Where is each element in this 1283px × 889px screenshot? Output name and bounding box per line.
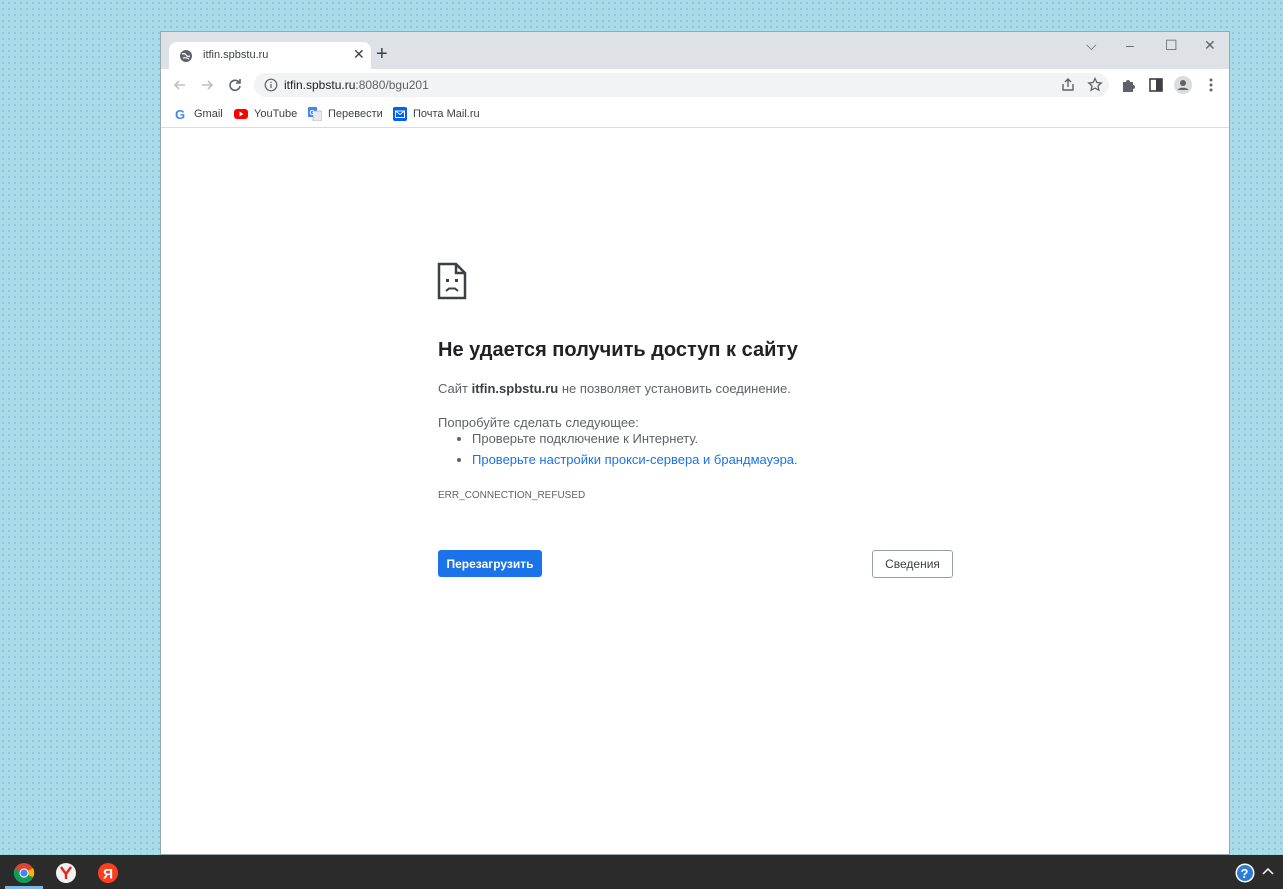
svg-text:G: G	[310, 110, 316, 117]
error-code: ERR_CONNECTION_REFUSED	[438, 490, 586, 501]
close-window-icon[interactable]: ✕	[1204, 37, 1216, 54]
side-panel-icon[interactable]	[1147, 76, 1165, 94]
bookmark-gmail[interactable]: G Gmail	[174, 106, 223, 122]
minimize-icon[interactable]: –	[1126, 37, 1134, 53]
toolbar: itfin.spbstu.ru:8080/bgu201	[161, 69, 1229, 101]
suggestion-text: Проверьте подключение к Интернету.	[472, 431, 699, 446]
help-icon[interactable]: ?	[1234, 862, 1256, 884]
bookmark-mail-ru[interactable]: Почта Mail.ru	[393, 106, 480, 122]
gmail-icon: G	[175, 107, 185, 121]
suggestion-check-connection: Проверьте подключение к Интернету.	[472, 431, 798, 446]
address-bar[interactable]: itfin.spbstu.ru:8080/bgu201	[254, 73, 1109, 97]
svg-text:Я: Я	[103, 866, 113, 882]
share-icon[interactable]	[1059, 76, 1077, 94]
sad-page-icon	[437, 262, 467, 300]
menu-kebab-icon[interactable]	[1202, 76, 1220, 94]
profile-avatar-icon[interactable]	[1174, 76, 1192, 94]
reload-button[interactable]: Перезагрузить	[438, 550, 542, 577]
bookmark-youtube[interactable]: YouTube	[234, 106, 297, 122]
url-path: :8080/bgu201	[355, 78, 429, 92]
bookmark-label: Почта Mail.ru	[413, 108, 480, 120]
tray-chevron-up-icon[interactable]	[1259, 863, 1277, 881]
mail-icon	[393, 107, 407, 121]
tab-itfin[interactable]: itfin.spbstu.ru ✕	[169, 42, 371, 69]
desc-host: itfin.spbstu.ru	[471, 381, 559, 396]
forward-icon[interactable]	[198, 76, 216, 94]
bookmark-translate[interactable]: G Перевести	[308, 106, 383, 122]
error-title: Не удается получить доступ к сайту	[438, 339, 798, 361]
extensions-icon[interactable]	[1120, 76, 1138, 94]
chrome-icon[interactable]	[13, 862, 35, 884]
tab-strip: itfin.spbstu.ru ✕ + ⌵ – ☐ ✕	[161, 32, 1229, 69]
suggestion-check-proxy: Проверьте настройки прокси-сервера и бра…	[472, 452, 798, 467]
youtube-icon	[234, 109, 248, 119]
url-host: itfin.spbstu.ru	[284, 78, 356, 92]
maximize-icon[interactable]: ☐	[1165, 37, 1178, 54]
suggestions-list: Проверьте подключение к Интернету. Прове…	[456, 431, 798, 473]
desc-prefix: Сайт	[438, 381, 472, 396]
bookmark-label: Gmail	[194, 108, 223, 120]
bookmarks-bar: G Gmail YouTube G Перевести Почта Mail.r…	[161, 101, 1229, 128]
suggestion-period: .	[794, 452, 798, 467]
taskbar: Я ?	[0, 855, 1283, 889]
new-tab-button[interactable]: +	[376, 44, 388, 64]
reload-icon[interactable]	[226, 76, 244, 94]
tab-title: itfin.spbstu.ru	[203, 49, 269, 61]
tab-search-icon[interactable]: ⌵	[1086, 37, 1097, 54]
browser-window: itfin.spbstu.ru ✕ + ⌵ – ☐ ✕ itfin.spbstu…	[160, 31, 1230, 855]
url-text: itfin.spbstu.ru:8080/bgu201	[284, 78, 429, 92]
bookmark-star-icon[interactable]	[1086, 76, 1104, 94]
details-button[interactable]: Сведения	[872, 550, 953, 578]
error-page: Не удается получить доступ к сайту Сайт …	[161, 128, 1229, 854]
try-heading: Попробуйте сделать следующее:	[438, 415, 639, 430]
yandex-browser-icon[interactable]	[55, 862, 77, 884]
back-icon[interactable]	[171, 76, 189, 94]
desc-suffix: не позволяет установить соединение.	[558, 381, 791, 396]
tab-close-icon[interactable]: ✕	[353, 46, 365, 63]
proxy-settings-link[interactable]: Проверьте настройки прокси-сервера и бра…	[472, 452, 794, 467]
error-description: Сайт itfin.spbstu.ru не позволяет устано…	[438, 381, 791, 396]
translate-icon: G	[308, 107, 322, 121]
info-icon[interactable]	[264, 78, 278, 92]
bookmark-label: Перевести	[328, 108, 383, 120]
bookmark-label: YouTube	[254, 108, 298, 120]
svg-text:G: G	[175, 107, 185, 121]
svg-text:?: ?	[1241, 866, 1249, 881]
globe-icon	[180, 50, 192, 62]
yandex-icon[interactable]: Я	[97, 862, 119, 884]
